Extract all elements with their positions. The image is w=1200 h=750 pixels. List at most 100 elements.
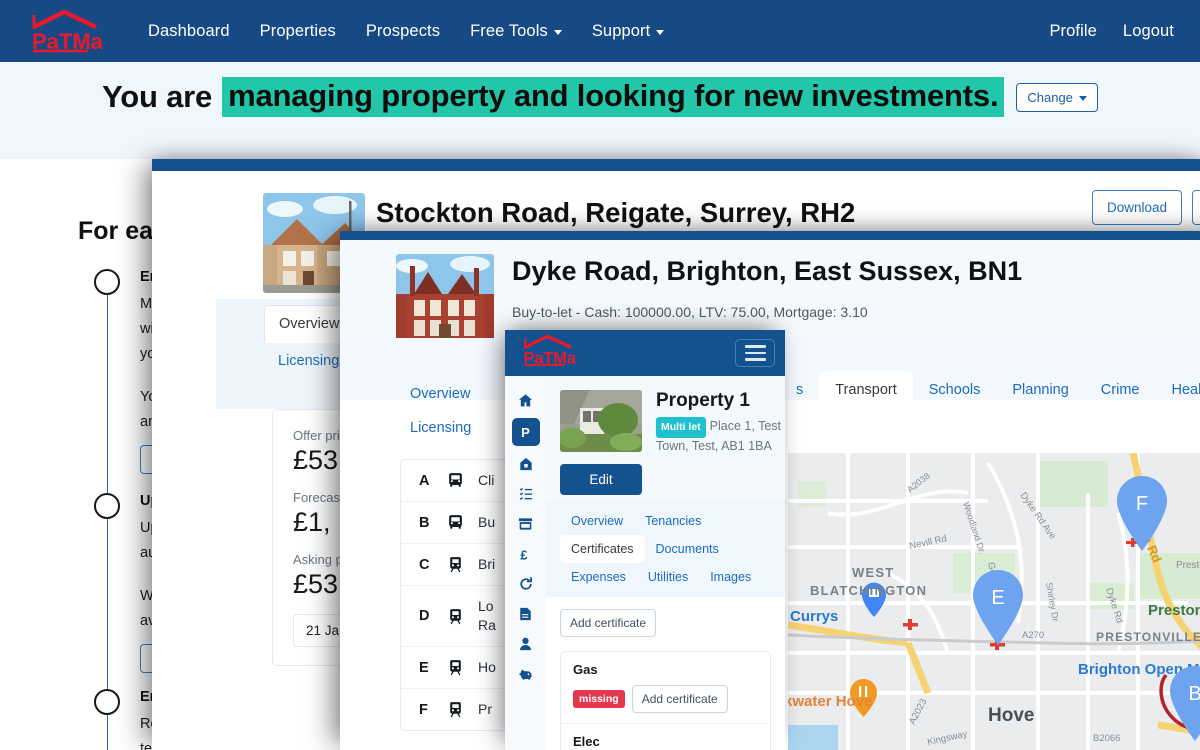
store-icon[interactable] — [511, 511, 541, 537]
row-letter: D — [419, 608, 430, 624]
home-icon[interactable] — [511, 387, 541, 413]
certificates-panel: Add certificate Gas missing Add certific… — [546, 597, 785, 750]
file-icon[interactable] — [511, 601, 541, 627]
row-name: Bri — [478, 556, 496, 572]
nav-item-free-tools[interactable]: Free Tools — [470, 22, 562, 41]
window-detail-tabs: s Transport Schools Planning Crime Healt — [780, 371, 1200, 409]
nav-item-profile[interactable]: Profile — [1049, 22, 1096, 41]
row-letter: E — [419, 659, 429, 676]
certificate-name: Gas — [573, 662, 598, 677]
modal-tabs: Overview Tenancies Certificates Document… — [546, 501, 785, 597]
window-subtitle: Buy-to-let - Cash: 100000.00, LTV: 75.00… — [512, 304, 868, 320]
property-address-row: Multi let Place 1, Test Town, Test, AB1 1… — [656, 417, 781, 455]
secondary-action-button[interactable] — [1192, 190, 1200, 225]
modal-tabrow: Expenses Utilities Images — [560, 563, 785, 591]
window-side-tabs: Overview Licensing — [410, 377, 471, 445]
nav-label: Logout — [1122, 21, 1174, 40]
nav-label: Dashboard — [148, 21, 230, 40]
modal-main: Property 1 Multi let Place 1, Test Town, … — [546, 376, 785, 750]
svg-text:kwater Hove: kwater Hove — [788, 693, 872, 710]
row-name: Ho — [478, 659, 496, 675]
tab-documents[interactable]: Documents — [645, 535, 730, 563]
nav-right: Profile Logout — [1049, 22, 1174, 41]
window-title: Dyke Road, Brighton, East Sussex, BN1 — [512, 256, 1023, 286]
train-icon — [447, 701, 464, 718]
property-name: Property 1 — [656, 390, 750, 411]
change-label: Change — [1027, 89, 1073, 105]
banner-prefix: You are — [102, 79, 213, 114]
property-summary: Property 1 Multi let Place 1, Test Town, … — [546, 376, 785, 455]
tab-overview[interactable]: Overview — [410, 377, 471, 411]
nav-item-properties[interactable]: Properties — [260, 22, 336, 41]
svg-text:Currys: Currys — [790, 608, 838, 625]
tab-schools[interactable]: Schools — [913, 371, 997, 409]
row-name: Pr — [478, 701, 492, 717]
window-property-modal: PaTMa P £ Property 1 Multi let Place 1, … — [505, 330, 785, 750]
property-info: Property 1 Multi let Place 1, Test Town, … — [656, 390, 781, 455]
svg-text:B: B — [1188, 683, 1200, 705]
row-name: Bu — [478, 514, 496, 530]
list-item: Elec — [561, 724, 770, 750]
nav-item-dashboard[interactable]: Dashboard — [148, 22, 230, 41]
tab-planning[interactable]: Planning — [996, 371, 1084, 409]
row-letter: F — [419, 701, 428, 718]
rail-badge-property[interactable]: P — [511, 418, 540, 446]
bus-icon — [447, 472, 464, 489]
add-certificate-button[interactable]: Add certificate — [631, 685, 728, 713]
patma-logo[interactable]: PaTMa — [517, 333, 579, 373]
row-name: Cli — [478, 472, 495, 488]
patma-logo[interactable]: PaTMa — [28, 9, 102, 54]
svg-text:Hove: Hove — [988, 705, 1034, 726]
train-icon — [447, 659, 464, 676]
svg-text:A270: A270 — [1022, 630, 1044, 641]
nav-item-prospects[interactable]: Prospects — [366, 22, 440, 41]
certificate-status-row: missing Add certificate — [573, 685, 758, 713]
timeline-dot-icon — [94, 269, 120, 295]
top-navbar: PaTMa Dashboard Properties Prospects Fre… — [0, 0, 1200, 62]
timeline-connector — [106, 715, 109, 750]
tab-crime[interactable]: Crime — [1085, 371, 1156, 409]
transport-map[interactable]: A2038 Woodland Dr. Dyke Rd Ave Nevill Rd… — [788, 453, 1200, 750]
nav-item-support[interactable]: Support — [592, 22, 665, 41]
chevron-down-icon — [1078, 95, 1087, 101]
status-badge: Multi let — [656, 417, 706, 438]
piggy-bank-icon[interactable] — [511, 661, 541, 687]
window-titlebar — [340, 231, 1200, 240]
timeline-dot-icon — [94, 493, 120, 519]
svg-text:F: F — [1136, 493, 1148, 515]
tab-images[interactable]: Images — [699, 563, 762, 591]
tab-expenses[interactable]: Expenses — [560, 563, 637, 591]
hamburger-menu-icon[interactable] — [735, 339, 775, 367]
tab-tenancies[interactable]: Tenancies — [634, 507, 712, 535]
nav-label: Free Tools — [470, 21, 548, 40]
nav-item-logout[interactable]: Logout — [1123, 22, 1174, 41]
nav-label: Support — [591, 21, 651, 40]
row-name: Lo Ra — [478, 598, 496, 633]
nav-label: Prospects — [365, 21, 441, 40]
list-item: Gas missing Add certificate — [561, 652, 770, 724]
change-status-button[interactable]: Change — [1016, 82, 1098, 112]
tab-overview[interactable]: Overview — [560, 507, 634, 535]
download-button[interactable]: Download — [1091, 190, 1182, 225]
status-banner: You are managing property and looking fo… — [0, 62, 1200, 206]
certificate-name: Elec — [573, 734, 600, 749]
pound-icon[interactable]: £ — [511, 541, 541, 567]
row-letter: B — [419, 514, 430, 531]
property-thumbnail — [560, 390, 642, 452]
tab-utilities[interactable]: Utilities — [637, 563, 699, 591]
person-icon[interactable] — [511, 631, 541, 657]
tab-certificates[interactable]: Certificates — [560, 535, 645, 563]
certificates-list: Gas missing Add certificate Elec — [560, 651, 771, 750]
tab-transport[interactable]: Transport — [819, 371, 913, 409]
tab-licensing[interactable]: Licensing — [410, 411, 471, 445]
window-actions: Download — [1091, 190, 1200, 225]
svg-text:B2066: B2066 — [1093, 733, 1120, 744]
tab-health[interactable]: Healt — [1155, 371, 1200, 409]
building-icon[interactable] — [511, 451, 541, 477]
refresh-icon[interactable] — [511, 571, 541, 597]
edit-button[interactable]: Edit — [560, 464, 642, 495]
status-badge: missing — [573, 690, 625, 708]
tab-jobs[interactable]: s — [780, 371, 819, 409]
add-certificate-button[interactable]: Add certificate — [560, 609, 657, 637]
checklist-icon[interactable] — [511, 481, 541, 507]
